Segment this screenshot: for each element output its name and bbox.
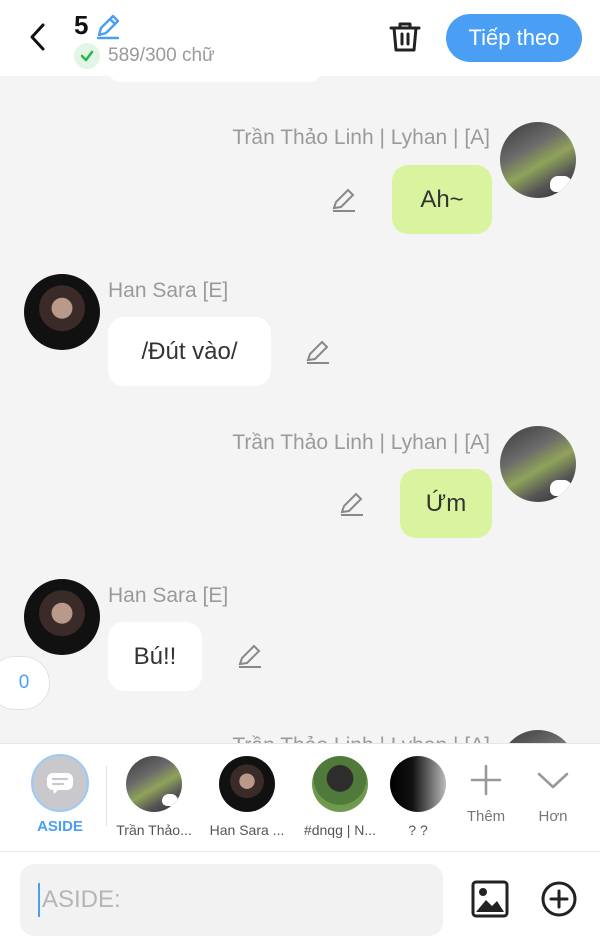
add-button[interactable]: [540, 880, 578, 918]
text-caret: [38, 883, 40, 917]
more-button[interactable]: Hơn: [523, 760, 583, 825]
message-input-wrapper[interactable]: [20, 864, 443, 936]
message-bubble[interactable]: /Đút vào/: [108, 317, 271, 386]
trash-icon: [389, 22, 421, 52]
input-bar: [0, 851, 600, 947]
pencil-icon: [340, 492, 363, 516]
speaker-name: Trần Thảo Linh | Lyhan | [A]: [232, 431, 490, 454]
edit-title-button[interactable]: [94, 12, 122, 40]
insert-image-button[interactable]: [470, 879, 510, 919]
character-label: ? ?: [408, 822, 428, 838]
character-option[interactable]: ? ?: [390, 756, 446, 838]
avatar[interactable]: [500, 730, 576, 743]
next-button[interactable]: Tiếp theo: [446, 14, 582, 62]
aside-label: ASIDE: [37, 818, 83, 835]
add-character-button[interactable]: Thêm: [456, 760, 516, 825]
chevron-left-icon: [30, 23, 45, 51]
character-option[interactable]: Han Sara ...: [201, 756, 293, 838]
speaker-name: Han Sara [E]: [108, 584, 229, 607]
episode-number: 5: [74, 10, 89, 40]
avatar[interactable]: [24, 274, 100, 350]
pencil-icon: [238, 644, 261, 668]
chat-bubble-icon: [31, 754, 89, 812]
character-option[interactable]: #dnqg | N...: [294, 756, 386, 838]
side-counter-badge[interactable]: 0: [0, 656, 50, 710]
avatar[interactable]: [500, 122, 576, 198]
divider: [106, 766, 107, 826]
speaker-name: Trần Thảo Linh | Lyhan | [A]: [232, 734, 490, 743]
cat-sticker-icon: [550, 480, 572, 496]
character-picker: ASIDE Trần Thảo... Han Sara ... #dnqg | …: [0, 743, 600, 851]
edit-message-button[interactable]: [338, 490, 366, 518]
pencil-icon: [96, 14, 120, 40]
edit-message-button[interactable]: [330, 186, 358, 214]
character-label: Han Sara ...: [209, 822, 285, 838]
edit-message-button[interactable]: [236, 642, 264, 670]
cat-sticker-icon: [162, 794, 178, 806]
speaker-name: Trần Thảo Linh | Lyhan | [A]: [232, 126, 490, 149]
avatar: [312, 756, 368, 812]
chat-area[interactable]: Trần Thảo Linh | Lyhan | [A] Ah~ Han Sar…: [0, 76, 600, 743]
check-icon: [74, 43, 100, 69]
add-label: Thêm: [466, 808, 506, 825]
top-bar: 5 589/300 chữ Tiếp theo: [0, 0, 600, 76]
avatar: [126, 756, 182, 812]
delete-button[interactable]: [388, 20, 422, 54]
message-bubble[interactable]: Ứm: [400, 469, 492, 538]
cat-sticker-icon: [550, 176, 572, 192]
aside-option[interactable]: ASIDE: [26, 754, 94, 835]
character-option[interactable]: Trần Thảo...: [108, 756, 200, 838]
avatar[interactable]: [500, 426, 576, 502]
avatar[interactable]: [24, 579, 100, 655]
more-label: Hơn: [538, 808, 568, 825]
chevron-down-icon: [523, 760, 583, 800]
speaker-name: Han Sara [E]: [108, 279, 229, 302]
plus-circle-icon: [541, 881, 577, 917]
pencil-icon: [332, 188, 355, 212]
image-icon: [471, 880, 509, 918]
character-label: Trần Thảo...: [116, 822, 192, 838]
word-count: 589/300 chữ: [108, 45, 215, 66]
message-input[interactable]: [42, 886, 422, 914]
character-label: #dnqg | N...: [303, 822, 377, 838]
message-bubble[interactable]: Ah~: [392, 165, 492, 234]
message-bubble[interactable]: Bú!!: [108, 622, 202, 691]
message-bubble-partial: [108, 76, 322, 82]
avatar: [390, 756, 446, 812]
avatar: [219, 756, 275, 812]
edit-message-button[interactable]: [304, 338, 332, 366]
plus-icon: [456, 760, 516, 800]
pencil-icon: [306, 340, 329, 364]
word-count-status: 589/300 chữ: [74, 43, 215, 69]
back-button[interactable]: [22, 20, 52, 54]
